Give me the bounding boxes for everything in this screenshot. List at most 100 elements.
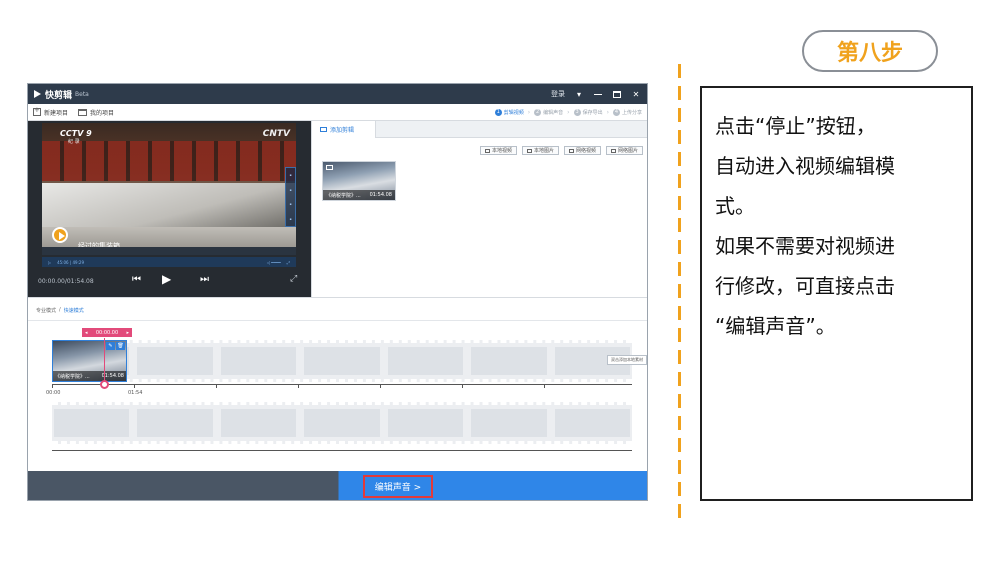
material-thumbnail[interactable]: 《纳税学院》... 01:54.08 (322, 161, 396, 201)
tab-add-clip[interactable]: 添加剪辑 (312, 121, 376, 138)
clip-title: 《纳税学院》... (55, 373, 90, 380)
mode-fast-link[interactable]: 快速模式 (64, 307, 84, 314)
ruler-tick (298, 384, 299, 388)
timecode-badge[interactable]: ◂ 00:00.00 ▸ (82, 328, 132, 337)
step-edit-sound[interactable]: 2 编辑声音 (534, 108, 564, 116)
track-slot (471, 409, 547, 437)
video-frame[interactable]: CCTV 9 纪 录 CNTV 经过的集装箱 (42, 123, 296, 255)
video-scene-snow (42, 183, 296, 227)
my-projects-label: 我的项目 (90, 109, 115, 117)
title-bar: 快剪辑 Beta 登录 ▾ ✕ (28, 84, 647, 104)
minimize-button[interactable] (593, 89, 603, 99)
time-ruler (52, 384, 632, 385)
materials-tabs: 添加剪辑 (312, 121, 647, 138)
close-button[interactable]: ✕ (631, 89, 641, 99)
login-link[interactable]: 登录 (551, 89, 565, 99)
step-save-export[interactable]: 3 保存导出 (573, 108, 603, 116)
maximize-button[interactable] (612, 89, 622, 99)
track-slot (220, 409, 297, 437)
track-slot (137, 409, 213, 437)
embedded-volume-icon: ◁ ━━━━ (266, 259, 281, 265)
app-name: 快剪辑 (45, 90, 73, 101)
step-number: 3 (573, 108, 581, 116)
track-slot (220, 347, 297, 375)
local-video-button[interactable]: 本地视频 (479, 146, 517, 155)
divider (28, 320, 647, 321)
ruler-start-label: 00:00 (46, 390, 61, 396)
new-project-button[interactable]: 新建项目 (33, 106, 69, 117)
clip-tools: ✎ 🗑 (106, 342, 125, 350)
step-number: 2 (534, 108, 542, 116)
app-logo-icon (34, 90, 41, 98)
local-image-button[interactable]: 本地图片 (521, 146, 559, 155)
new-project-icon (33, 106, 41, 116)
step-edit-video[interactable]: 1 剪辑视频 (494, 108, 524, 116)
image-icon (610, 148, 616, 153)
player-logo-icon (52, 227, 68, 243)
playhead-handle[interactable] (100, 380, 109, 389)
mode-separator: / (59, 307, 61, 313)
mode-pro-link[interactable]: 专业模式 (36, 307, 56, 314)
step-label: 编辑声音 (543, 109, 564, 116)
track-slot (54, 409, 130, 437)
video-icon (484, 148, 490, 153)
step-upload-share[interactable]: 4 上传分享 (612, 108, 642, 116)
audio-track[interactable] (52, 402, 632, 444)
thumbnail-title: 《纳税学院》... (326, 192, 361, 199)
online-image-button[interactable]: 网络图片 (605, 146, 643, 155)
timeline-clip[interactable]: ✎ 🗑 《纳税学院》... 01:54.08 (52, 340, 127, 382)
step-label: 剪辑视频 (503, 109, 524, 116)
track-slot (387, 347, 464, 375)
video-side-toolbar[interactable]: ▪ ▪ ▪ ▪ (285, 167, 296, 227)
timecode-next-icon: ▸ (126, 329, 129, 336)
track-slot (554, 409, 630, 437)
track-slot (471, 347, 547, 375)
side-tool-icon[interactable]: ▪ (289, 202, 291, 206)
import-buttons: 本地视频 本地图片 网络视频 网络图片 (479, 146, 643, 155)
my-projects-button[interactable]: 我的项目 (78, 108, 114, 117)
ruler-tick (52, 384, 53, 388)
image-icon (526, 148, 532, 153)
next-frame-button[interactable]: ⏭ (200, 274, 209, 285)
app-beta-label: Beta (75, 90, 89, 98)
previous-frame-button[interactable]: ⏮ (132, 274, 141, 285)
timecode-value: 00:00.00 (95, 329, 119, 336)
step-number: 1 (494, 108, 502, 116)
toolbar: 新建项目 我的项目 1 剪辑视频 › 2 编辑声音 › 3 保存导出 (28, 104, 647, 121)
video-track[interactable] (52, 340, 632, 382)
fullscreen-icon[interactable]: ⤢ (290, 274, 297, 284)
cntv-watermark: CNTV (262, 129, 290, 139)
instruction-line: 行修改，可直接点击 (715, 274, 895, 298)
side-tool-icon[interactable]: ▪ (289, 173, 291, 177)
online-video-button[interactable]: 网络视频 (563, 146, 601, 155)
play-button[interactable]: ▶ (162, 272, 171, 286)
step-label: 上传分享 (621, 109, 642, 116)
chevron-right-icon: › (606, 108, 609, 116)
playhead[interactable] (104, 338, 105, 384)
menu-icon[interactable]: ▾ (574, 89, 584, 99)
channel-subtitle: 纪 录 (68, 139, 80, 145)
folder-icon (78, 108, 88, 116)
add-material-hint[interactable]: 双击添加本地素材 (607, 355, 647, 365)
local-image-label: 本地图片 (533, 148, 554, 154)
embedded-fullscreen-icon: ⤢ (286, 259, 290, 265)
time-ruler-bottom (52, 450, 632, 451)
instruction-line: 式。 (715, 194, 755, 218)
edit-sound-button[interactable]: 编辑声音 > (363, 475, 433, 498)
side-tool-icon[interactable]: ▪ (289, 188, 291, 192)
dashed-divider (678, 64, 681, 524)
side-tool-icon[interactable]: ▪ (289, 217, 291, 221)
track-slot (387, 409, 464, 437)
new-project-label: 新建项目 (44, 109, 69, 117)
chevron-right-icon: › (567, 108, 570, 116)
thumbnail-duration: 01:54.08 (369, 192, 392, 198)
ruler-tick (134, 384, 135, 388)
edit-icon[interactable]: ✎ (106, 342, 115, 350)
title-controls: 登录 ▾ ✕ (551, 89, 641, 99)
video-scene-train (42, 141, 296, 181)
ruler-tick (462, 384, 463, 388)
delete-icon[interactable]: 🗑 (116, 342, 125, 350)
tab-add-clip-label: 添加剪辑 (330, 127, 355, 134)
playback-time: 00:00.00/01:54.08 (38, 278, 94, 285)
timecode-prev-icon: ◂ (85, 329, 88, 336)
